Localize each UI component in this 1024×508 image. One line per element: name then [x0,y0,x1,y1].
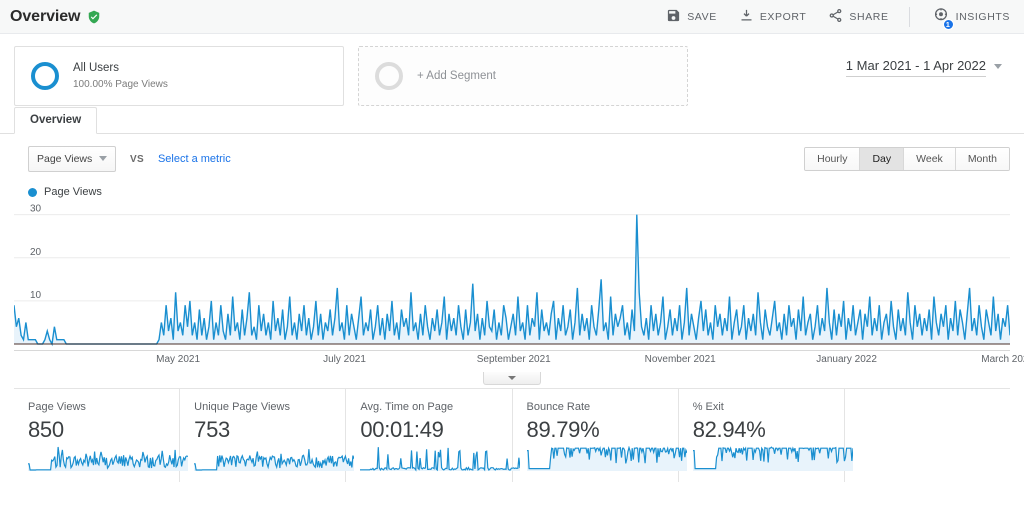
x-axis-label: November 2021 [645,354,716,365]
avg-time-sparkline [360,446,520,472]
x-axis-label: September 2021 [477,354,551,365]
save-label: SAVE [687,11,717,23]
verified-shield-icon [87,10,101,24]
tab-overview-label: Overview [30,114,81,126]
metric-card-empty-slot [845,389,1010,482]
analytics-overview-page: Overview SAVE EXPORT [0,0,1024,508]
x-axis-label: January 2022 [816,354,877,365]
insights-badge: 1 [943,19,954,30]
metric-card[interactable]: Page Views 850 [14,389,180,482]
tab-strip: Overview [0,106,1024,134]
granularity-hourly[interactable]: Hourly [805,148,860,170]
save-button[interactable]: SAVE [666,8,717,26]
page-header: Overview SAVE EXPORT [0,0,1024,34]
metric-card-value: 00:01:49 [360,417,511,443]
granularity-day-label: Day [872,153,891,165]
chevron-down-icon [508,376,516,380]
bounce-rate-sparkline [527,446,687,472]
segment-text: All Users 100.00% Page Views [73,61,168,91]
x-axis-label: May 2021 [156,354,200,365]
x-axis-label: March 2022 [981,354,1024,365]
main-chart-svg: 10 20 30 [14,202,1010,350]
metric-card-title: % Exit [693,401,844,413]
share-button[interactable]: SHARE [828,8,888,26]
metric-card[interactable]: % Exit 82.94% [679,389,845,482]
insights-icon: 1 [932,6,950,27]
tab-overview[interactable]: Overview [14,107,97,134]
chart-controls: Page Views VS Select a metric Hourly Day… [14,134,1010,180]
metric-cards-row: Page Views850Unique Page Views753Avg. Ti… [14,388,1010,482]
granularity-hourly-label: Hourly [817,153,847,165]
metric-card[interactable]: Avg. Time on Page 00:01:49 [346,389,512,482]
unique-page-views-sparkline [194,446,354,472]
segment-bar: All Users 100.00% Page Views + Add Segme… [0,34,1024,98]
date-range-selector[interactable]: 1 Mar 2021 - 1 Apr 2022 [846,58,1002,77]
granularity-week[interactable]: Week [904,148,956,170]
chart-legend: Page Views [14,180,1010,200]
metric-select[interactable]: Page Views [28,146,116,172]
main-line-chart[interactable]: 10 20 30 [14,202,1010,350]
vs-label: VS [130,154,144,165]
metric-card[interactable]: Bounce Rate 89.79% [513,389,679,482]
chart-x-axis: May 2021 July 2021 September 2021 November … [14,350,1010,372]
export-download-icon [739,8,754,26]
granularity-group: Hourly Day Week Month [804,147,1010,171]
segment-ring-icon [31,62,59,90]
chart-panel: Page Views VS Select a metric Hourly Day… [0,134,1024,372]
chevron-down-icon [99,156,107,161]
add-segment-label: + Add Segment [417,70,496,82]
metric-select-value: Page Views [37,153,92,165]
share-nodes-icon [828,8,843,26]
chevron-down-icon [994,64,1002,69]
export-button[interactable]: EXPORT [739,8,807,26]
add-segment-button[interactable]: + Add Segment [358,46,688,106]
segment-title: All Users [73,61,168,76]
legend-color-swatch [28,188,37,197]
share-label: SHARE [849,11,888,23]
add-segment-ring-icon [375,62,403,90]
metric-card-title: Unique Page Views [194,401,345,413]
metric-card-title: Page Views [28,401,179,413]
legend-label: Page Views [44,186,102,198]
insights-label: INSIGHTS [956,11,1010,23]
svg-text:10: 10 [30,290,42,301]
page-title: Overview [10,8,80,26]
metric-card-value: 82.94% [693,417,844,443]
metric-card-value: 753 [194,417,345,443]
svg-text:30: 30 [30,204,42,215]
select-metric-link[interactable]: Select a metric [158,153,231,165]
chart-collapse-toggle[interactable] [483,372,541,385]
date-range-value: 1 Mar 2021 - 1 Apr 2022 [846,58,986,77]
granularity-week-label: Week [916,153,943,165]
metric-card[interactable]: Unique Page Views 753 [180,389,346,482]
page-views-sparkline [28,446,188,472]
export-label: EXPORT [760,11,807,23]
insights-button[interactable]: 1 INSIGHTS [932,6,1010,27]
exit-sparkline [693,446,853,472]
granularity-day[interactable]: Day [860,148,904,170]
granularity-month-label: Month [968,153,997,165]
svg-text:20: 20 [30,247,42,258]
granularity-month[interactable]: Month [956,148,1009,170]
toolbar-divider [909,7,910,27]
save-floppy-icon [666,8,681,26]
metric-card-value: 89.79% [527,417,678,443]
metric-card-title: Bounce Rate [527,401,678,413]
segment-subtitle: 100.00% Page Views [73,78,168,91]
x-axis-label: July 2021 [323,354,366,365]
segment-all-users[interactable]: All Users 100.00% Page Views [14,46,344,106]
metric-card-title: Avg. Time on Page [360,401,511,413]
metric-card-value: 850 [28,417,179,443]
